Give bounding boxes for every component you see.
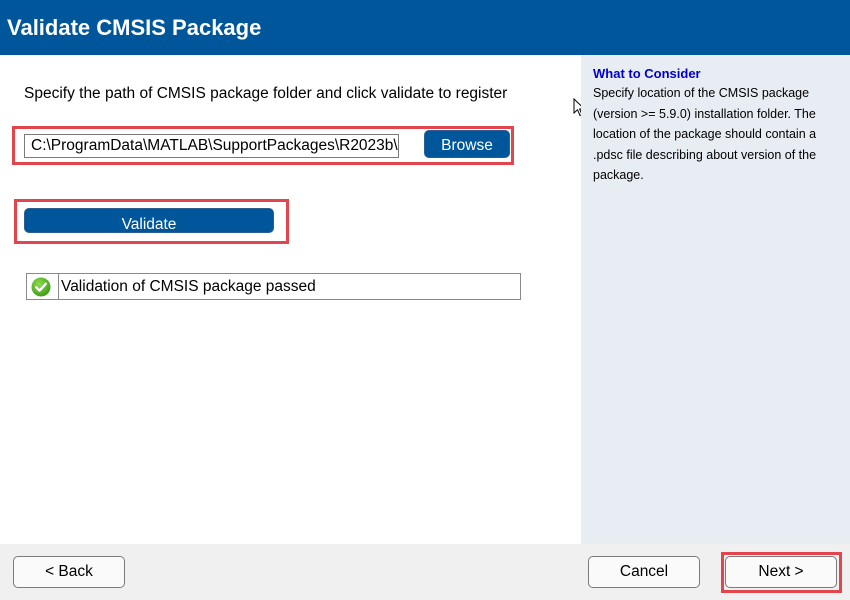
window-title: Validate CMSIS Package	[0, 0, 850, 55]
help-panel: What to Consider Specify location of the…	[581, 55, 850, 544]
next-button[interactable]: Next >	[725, 556, 837, 588]
browse-button[interactable]: Browse	[424, 130, 510, 158]
status-icon-cell	[27, 274, 59, 299]
help-text: Specify location of the CMSIS package (v…	[593, 86, 817, 182]
check-circle-icon	[31, 277, 51, 297]
back-button[interactable]: < Back	[13, 556, 125, 588]
package-path-input[interactable]	[24, 134, 399, 158]
help-title: What to Consider	[593, 66, 701, 81]
validate-button[interactable]: Validate	[24, 208, 274, 233]
instruction-text: Specify the path of CMSIS package folder…	[24, 85, 508, 102]
dialog-window: Validate CMSIS Package Specify the path …	[0, 0, 850, 600]
validation-status: Validation of CMSIS package passed	[26, 273, 521, 300]
cancel-button[interactable]: Cancel	[588, 556, 700, 588]
status-text: Validation of CMSIS package passed	[61, 278, 316, 295]
